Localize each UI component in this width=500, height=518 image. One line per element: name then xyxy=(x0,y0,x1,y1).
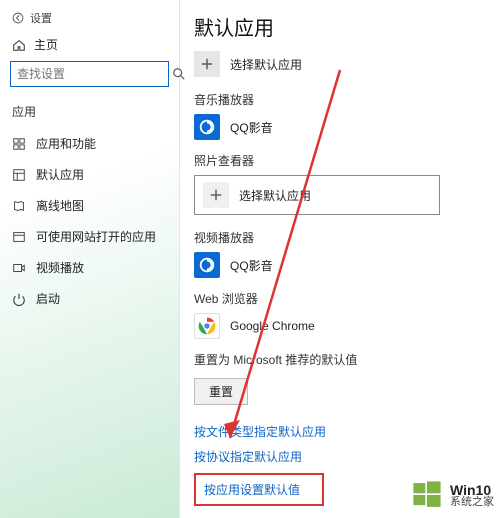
qq-video-icon xyxy=(194,252,220,278)
reset-description: 重置为 Microsoft 推荐的默认值 xyxy=(194,351,486,368)
page-title: 默认应用 xyxy=(194,12,486,41)
back-icon xyxy=(12,12,24,24)
plus-icon-box xyxy=(194,51,220,77)
window-title-row: 设置 xyxy=(10,6,169,32)
default-apps-icon xyxy=(12,168,26,182)
section-photo-heading: 照片查看器 xyxy=(194,152,486,169)
plus-icon xyxy=(209,188,223,202)
section-video-heading: 视频播放器 xyxy=(194,229,486,246)
plus-icon-box xyxy=(203,182,229,208)
link-by-app[interactable]: 按应用设置默认值 xyxy=(194,473,324,506)
section-music-heading: 音乐播放器 xyxy=(194,91,486,108)
plus-icon xyxy=(200,57,214,71)
section-web-heading: Web 浏览器 xyxy=(194,290,486,307)
sidebar-item-default-apps[interactable]: 默认应用 xyxy=(10,159,169,190)
sidebar-item-label: 可使用网站打开的应用 xyxy=(36,228,156,245)
sidebar-item-label: 应用和功能 xyxy=(36,135,96,152)
sidebar-item-label: 默认应用 xyxy=(36,166,84,183)
video-player-row[interactable]: QQ影音 xyxy=(194,252,486,278)
music-app-label: QQ影音 xyxy=(230,119,273,136)
watermark: Win10 系统之家 xyxy=(410,478,494,512)
website-icon xyxy=(12,230,26,244)
chrome-icon xyxy=(194,313,220,339)
choose-default-label: 选择默认应用 xyxy=(230,56,302,73)
sidebar-item-label: 视频播放 xyxy=(36,259,84,276)
window-title: 设置 xyxy=(30,10,52,26)
music-player-row[interactable]: QQ影音 xyxy=(194,114,486,140)
startup-icon xyxy=(12,292,26,306)
web-app-label: Google Chrome xyxy=(230,319,315,333)
sidebar-item-startup[interactable]: 启动 xyxy=(10,283,169,314)
link-by-file-type[interactable]: 按文件类型指定默认应用 xyxy=(194,423,486,440)
video-icon xyxy=(12,261,26,275)
choose-default-row[interactable]: 选择默认应用 xyxy=(194,51,486,77)
sidebar-item-label: 启动 xyxy=(36,290,60,307)
watermark-line2: 系统之家 xyxy=(450,497,494,508)
sidebar-section-heading: 应用 xyxy=(10,97,169,126)
watermark-line1: Win10 xyxy=(450,483,494,497)
home-label: 主页 xyxy=(34,36,58,53)
sidebar-item-label: 离线地图 xyxy=(36,197,84,214)
qq-music-icon xyxy=(194,114,220,140)
web-browser-row[interactable]: Google Chrome xyxy=(194,313,486,339)
photo-viewer-choose[interactable]: 选择默认应用 xyxy=(194,175,440,215)
search-input[interactable] xyxy=(10,61,169,87)
link-by-protocol[interactable]: 按协议指定默认应用 xyxy=(194,448,486,465)
photo-choose-label: 选择默认应用 xyxy=(239,187,311,204)
main-content: 默认应用 选择默认应用 音乐播放器 QQ影音 照片查看器 选择默认应用 视频播放… xyxy=(180,0,500,518)
sidebar-item-video-playback[interactable]: 视频播放 xyxy=(10,252,169,283)
home-icon xyxy=(12,38,26,52)
map-icon xyxy=(12,199,26,213)
sidebar: 设置 主页 应用 应用和功能 默认应用 离线地图 xyxy=(0,0,180,518)
apps-icon xyxy=(12,137,26,151)
home-nav[interactable]: 主页 xyxy=(10,32,169,61)
reset-button[interactable]: 重置 xyxy=(194,378,248,405)
search-field[interactable] xyxy=(17,67,172,81)
sidebar-item-website-apps[interactable]: 可使用网站打开的应用 xyxy=(10,221,169,252)
video-app-label: QQ影音 xyxy=(230,257,273,274)
sidebar-item-apps-features[interactable]: 应用和功能 xyxy=(10,128,169,159)
win10-logo-icon xyxy=(410,478,444,512)
sidebar-item-offline-maps[interactable]: 离线地图 xyxy=(10,190,169,221)
